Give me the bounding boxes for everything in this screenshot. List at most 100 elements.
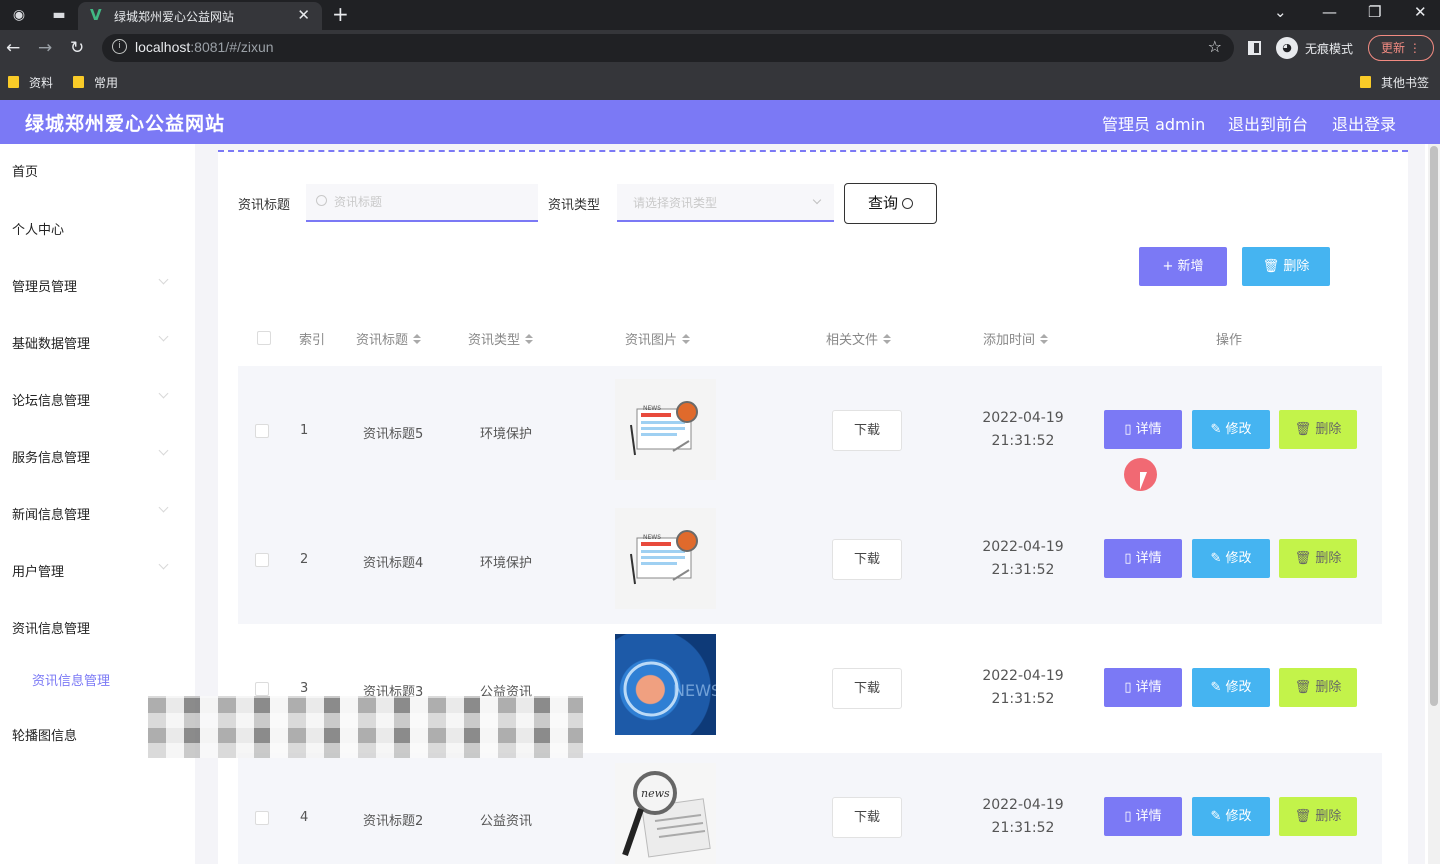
- sidebar-item-news[interactable]: 新闻信息管理: [12, 504, 90, 523]
- select-all-checkbox[interactable]: [257, 331, 271, 345]
- sort-icon[interactable]: [525, 334, 534, 345]
- batch-delete-button[interactable]: 🗑 删除: [1242, 247, 1330, 286]
- detail-label: 详情: [1135, 809, 1162, 824]
- row-checkbox[interactable]: [255, 682, 269, 696]
- forward-icon[interactable]: →: [38, 38, 52, 58]
- folder-icon: [8, 76, 19, 88]
- browser-tab-strip: ◉ ▬ V 绿城郑州爱心公益网站 ✕ + ⌄ — ❐ ✕: [0, 0, 1440, 30]
- sidebar-item-forum[interactable]: 论坛信息管理: [12, 390, 90, 409]
- edit-button[interactable]: ✎ 修改: [1192, 668, 1270, 707]
- sidebar-item-personal-center[interactable]: 个人中心: [12, 219, 64, 238]
- sidebar-item-service[interactable]: 服务信息管理: [12, 447, 90, 466]
- detail-label: 详情: [1135, 680, 1162, 695]
- sidebar-item-info-manage[interactable]: 资讯信息管理: [12, 618, 90, 637]
- row-title: 资讯标题5: [363, 427, 424, 442]
- col-title[interactable]: 资讯标题: [356, 329, 422, 348]
- delete-button[interactable]: 🗑 删除: [1279, 539, 1357, 578]
- delete-button[interactable]: 🗑 删除: [1279, 797, 1357, 836]
- search-title-field[interactable]: [306, 184, 538, 222]
- bookmark-label: 资料: [29, 76, 54, 90]
- side-panel-icon[interactable]: [1248, 41, 1261, 55]
- document-icon: ▯: [1124, 551, 1136, 566]
- sort-icon[interactable]: [682, 334, 691, 345]
- edit-button[interactable]: ✎ 修改: [1192, 539, 1270, 578]
- row-type: 公益资讯: [480, 814, 533, 829]
- search-type-select[interactable]: 请选择资讯类型: [617, 184, 834, 222]
- sort-icon[interactable]: [883, 334, 892, 345]
- download-button[interactable]: 下载: [832, 797, 902, 838]
- query-button[interactable]: 查询: [844, 183, 937, 224]
- scrollbar-thumb[interactable]: [1430, 146, 1438, 706]
- news-thumbnail-image: NEWS: [615, 508, 716, 609]
- tab-search-icon[interactable]: ▬: [50, 6, 68, 24]
- col-type[interactable]: 资讯类型: [468, 329, 534, 348]
- sidebar-item-admin-manage[interactable]: 管理员管理: [12, 276, 77, 295]
- close-window-icon[interactable]: ✕: [1414, 3, 1427, 21]
- col-file[interactable]: 相关文件: [826, 329, 892, 348]
- detail-button[interactable]: ▯ 详情: [1104, 668, 1182, 707]
- add-button[interactable]: + 新增: [1139, 247, 1227, 286]
- reload-icon[interactable]: ↻: [70, 38, 84, 58]
- search-type-placeholder: 请选择资讯类型: [633, 196, 718, 210]
- download-button[interactable]: 下载: [832, 668, 902, 709]
- site-info-icon[interactable]: i: [112, 39, 127, 54]
- update-button[interactable]: 更新 ⋮: [1368, 35, 1434, 61]
- omnibox[interactable]: i localhost:8081/#/zixun ☆: [102, 34, 1234, 62]
- sidebar-item-users[interactable]: 用户管理: [12, 561, 64, 580]
- mouse-pointer-icon: [1140, 472, 1147, 490]
- sidebar-item-home[interactable]: 首页: [12, 161, 38, 180]
- row-date: 2022-04-19: [982, 668, 1064, 684]
- url-host: localhost: [135, 39, 191, 55]
- edit-button[interactable]: ✎ 修改: [1192, 410, 1270, 449]
- bookmark-folder-changyong[interactable]: 常用: [73, 74, 118, 91]
- document-icon: ▯: [1124, 422, 1136, 437]
- bookmark-star-icon[interactable]: ☆: [1208, 37, 1222, 56]
- tab-list-chevron-icon[interactable]: ⌄: [1274, 3, 1287, 21]
- other-bookmarks[interactable]: 其他书签: [1360, 74, 1429, 91]
- close-tab-icon[interactable]: ✕: [297, 6, 310, 24]
- app-header: 绿城郑州爱心公益网站 管理员 admin 退出到前台 退出登录: [0, 100, 1440, 144]
- page-scrollbar[interactable]: [1428, 144, 1440, 864]
- delete-button[interactable]: 🗑 删除: [1279, 668, 1357, 707]
- search-title-input[interactable]: [334, 192, 534, 212]
- detail-button[interactable]: ▯ 详情: [1104, 539, 1182, 578]
- back-icon[interactable]: ←: [6, 38, 20, 58]
- download-button[interactable]: 下载: [832, 410, 902, 451]
- sidebar-item-base-data[interactable]: 基础数据管理: [12, 333, 90, 352]
- detail-label: 详情: [1135, 551, 1162, 566]
- vue-favicon-icon: V: [90, 6, 102, 24]
- news-thumbnail-image: NEWS: [615, 379, 716, 480]
- url-path: :8081/#/zixun: [190, 39, 274, 55]
- pencil-icon: ✎: [1210, 680, 1226, 695]
- minimize-icon[interactable]: —: [1322, 3, 1337, 21]
- chrome-menu-icon[interactable]: ◉: [10, 6, 28, 24]
- detail-button[interactable]: ▯ 详情: [1104, 410, 1182, 449]
- row-checkbox[interactable]: [255, 424, 269, 438]
- row-checkbox[interactable]: [255, 553, 269, 567]
- url-text[interactable]: localhost:8081/#/zixun: [135, 39, 274, 55]
- sort-icon[interactable]: [1040, 334, 1049, 345]
- sort-icon[interactable]: [413, 334, 422, 345]
- row-checkbox[interactable]: [255, 811, 269, 825]
- col-image[interactable]: 资讯图片: [625, 329, 691, 348]
- update-label: 更新: [1381, 41, 1406, 55]
- restore-icon[interactable]: ❐: [1368, 3, 1381, 21]
- edit-button[interactable]: ✎ 修改: [1192, 797, 1270, 836]
- pixelated-redaction: [148, 696, 583, 758]
- browser-tab[interactable]: V 绿城郑州爱心公益网站 ✕: [78, 2, 322, 30]
- trash-icon: 🗑: [1294, 551, 1316, 566]
- back-to-front-link[interactable]: 退出到前台: [1228, 111, 1308, 135]
- delete-button[interactable]: 🗑 删除: [1279, 410, 1357, 449]
- col-index: 索引: [299, 333, 326, 348]
- download-button[interactable]: 下载: [832, 539, 902, 580]
- row-date: 2022-04-19: [982, 539, 1064, 555]
- new-tab-icon[interactable]: +: [332, 2, 349, 26]
- logout-link[interactable]: 退出登录: [1332, 111, 1396, 135]
- sidebar-item-carousel[interactable]: 轮播图信息: [12, 725, 77, 744]
- bookmark-folder-ziliao[interactable]: 资料: [8, 74, 53, 91]
- detail-button[interactable]: ▯ 详情: [1104, 797, 1182, 836]
- sidebar-subitem-info-manage[interactable]: 资讯信息管理: [32, 670, 110, 689]
- col-time[interactable]: 添加时间: [983, 329, 1049, 348]
- col-type-label: 资讯类型: [468, 333, 521, 348]
- row-index: 3: [300, 681, 309, 696]
